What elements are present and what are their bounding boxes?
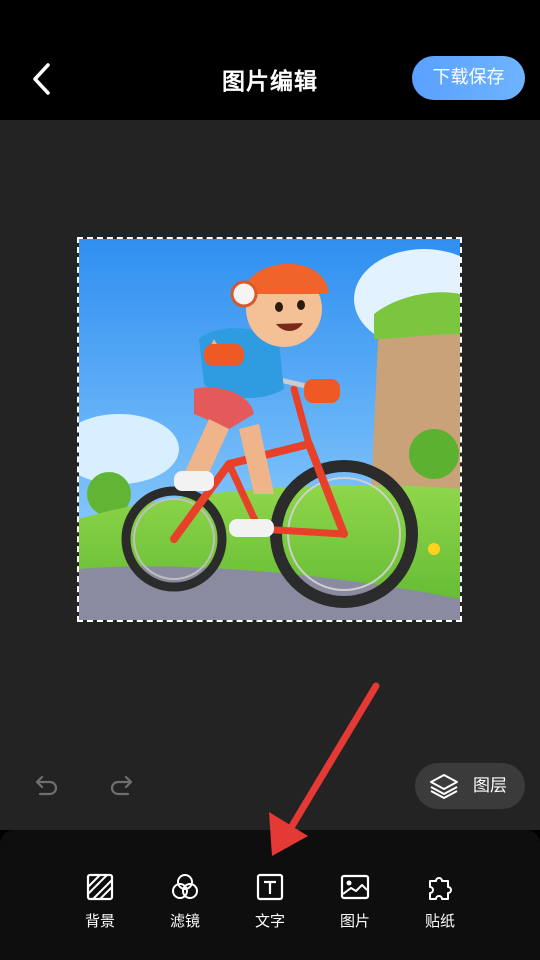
undo-button[interactable]: [32, 772, 60, 800]
header-bar: 图片编辑 下载保存: [0, 0, 540, 120]
tool-filter[interactable]: 滤镜: [155, 872, 215, 942]
redo-icon: [110, 775, 133, 796]
selected-image-layer[interactable]: [77, 237, 462, 622]
filter-icon: [172, 874, 198, 899]
tool-text[interactable]: 文字: [240, 872, 300, 942]
bottom-toolbar: 背景 滤镜 文字 图片 贴纸: [0, 830, 540, 960]
tool-label: 图片: [339, 912, 370, 930]
undo-icon: [35, 775, 58, 796]
layers-label: 图层: [473, 776, 507, 796]
image-editor-screen: 图片编辑 下载保存 图层 背景 滤镜 文字 图片 贴纸: [0, 0, 540, 960]
tool-background[interactable]: 背景: [70, 872, 130, 942]
layers-icon: [430, 774, 458, 799]
tool-label: 滤镜: [169, 912, 200, 930]
layers-button[interactable]: 图层: [415, 763, 525, 809]
tool-label: 背景: [84, 912, 115, 930]
tool-label: 文字: [254, 912, 285, 930]
download-save-button[interactable]: 下载保存: [412, 56, 525, 100]
tool-label: 贴纸: [424, 912, 455, 930]
text-icon: [256, 873, 284, 901]
canvas-area: 图层: [0, 120, 540, 830]
image-icon: [340, 874, 370, 900]
cartoon-boy-biking-image: [79, 239, 460, 620]
sticker-icon: [429, 877, 452, 900]
tool-image[interactable]: 图片: [325, 872, 385, 942]
redo-button[interactable]: [108, 772, 136, 800]
background-icon: [86, 873, 114, 901]
tool-sticker[interactable]: 贴纸: [410, 872, 470, 942]
